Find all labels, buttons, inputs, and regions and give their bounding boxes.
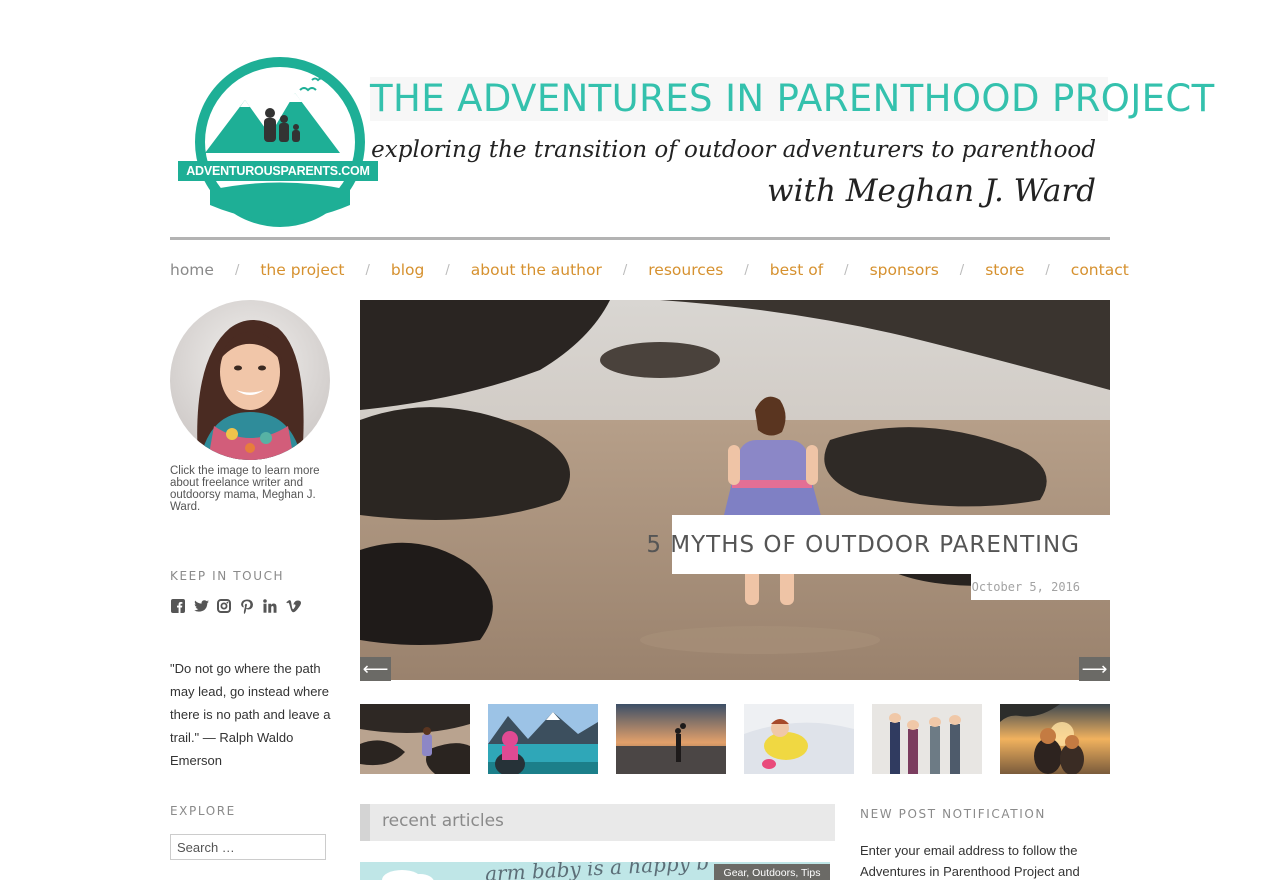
slide-date: October 5, 2016 <box>971 580 1080 594</box>
slider-thumbnail-3[interactable] <box>616 704 726 774</box>
logo-graphic <box>195 57 365 227</box>
featured-image <box>360 300 1110 680</box>
featured-slider[interactable] <box>360 300 1110 680</box>
nav-home[interactable]: home <box>170 261 214 279</box>
slider-thumbnail-1[interactable] <box>360 704 470 774</box>
new-post-notification-text: Enter your email address to follow the A… <box>860 843 1080 879</box>
tag-gear[interactable]: Gear <box>724 867 747 879</box>
recent-article-tags: Gear, Outdoors, Tips <box>714 864 830 880</box>
tag-tips[interactable]: Tips <box>801 867 820 879</box>
nav-separator: / <box>844 262 849 278</box>
nav-separator: / <box>744 262 749 278</box>
header-divider <box>170 237 1110 240</box>
keep-in-touch-heading: KEEP IN TOUCH <box>170 569 285 583</box>
recent-articles-heading: recent articles <box>382 811 504 831</box>
slide-title-box: 5 MYTHS OF OUTDOOR PARENTING <box>646 515 1110 574</box>
site-title[interactable]: THE ADVENTURES IN PARENTHOOD PROJECT <box>370 77 1214 121</box>
social-links <box>170 598 301 614</box>
site-header: ADVENTUROUSPARENTS.COM THE ADVENTURES IN… <box>170 55 1214 230</box>
search-input[interactable] <box>170 834 326 860</box>
site-logo[interactable]: ADVENTUROUSPARENTS.COM <box>170 55 385 230</box>
nav-about-the-author[interactable]: about the author <box>471 261 602 279</box>
tagline-line-1: exploring the transition of outdoor adve… <box>371 137 1096 163</box>
vimeo-icon[interactable] <box>285 598 301 614</box>
slide-date-box: October 5, 2016 <box>971 574 1110 600</box>
instagram-icon[interactable] <box>216 598 232 614</box>
nav-separator: / <box>959 262 965 278</box>
nav-best-of[interactable]: best of <box>770 261 823 279</box>
logo-text: ADVENTUROUSPARENTS.COM <box>178 161 378 181</box>
sidebar-quote: "Do not go where the path may lead, go i… <box>170 661 331 768</box>
avatar-caption: Click the image to learn more about free… <box>170 465 320 513</box>
author-avatar[interactable] <box>170 300 330 460</box>
slide-title[interactable]: 5 MYTHS OF OUTDOOR PARENTING <box>646 532 1080 558</box>
nav-separator: / <box>1045 262 1050 278</box>
slider-next-button[interactable]: ⟶ <box>1079 657 1110 684</box>
tag-outdoors[interactable]: Outdoors <box>752 867 795 879</box>
nav-separator: / <box>445 262 450 278</box>
slider-thumbnail-5[interactable] <box>872 704 982 774</box>
arrow-left-icon: ⟵ <box>362 658 389 679</box>
slider-thumbnail-6[interactable] <box>1000 704 1110 774</box>
twitter-icon[interactable] <box>193 598 209 614</box>
tagline-line-2: with Meghan J. Ward <box>767 173 1096 209</box>
linkedin-icon[interactable] <box>262 598 278 614</box>
nav-separator: / <box>234 262 240 278</box>
nav-resources[interactable]: resources <box>648 261 723 279</box>
nav-sponsors[interactable]: sponsors <box>870 261 939 279</box>
nav-blog[interactable]: blog <box>391 261 424 279</box>
nav-separator: / <box>622 262 628 278</box>
new-post-notification-heading: NEW POST NOTIFICATION <box>860 807 1046 821</box>
explore-heading: EXPLORE <box>170 804 236 818</box>
author-photo <box>170 300 330 460</box>
nav-contact[interactable]: contact <box>1071 261 1129 279</box>
nav-separator: / <box>365 262 370 278</box>
nav-store[interactable]: store <box>985 261 1024 279</box>
main-navigation: home / the project / blog / about the au… <box>170 258 1129 282</box>
arrow-right-icon: ⟶ <box>1081 658 1108 679</box>
facebook-icon[interactable] <box>170 598 186 614</box>
slider-thumbnail-2[interactable] <box>488 704 598 774</box>
pinterest-icon[interactable] <box>239 598 255 614</box>
nav-the-project[interactable]: the project <box>260 261 344 279</box>
slider-thumbnail-4[interactable] <box>744 704 854 774</box>
slider-prev-button[interactable]: ⟵ <box>360 657 391 684</box>
